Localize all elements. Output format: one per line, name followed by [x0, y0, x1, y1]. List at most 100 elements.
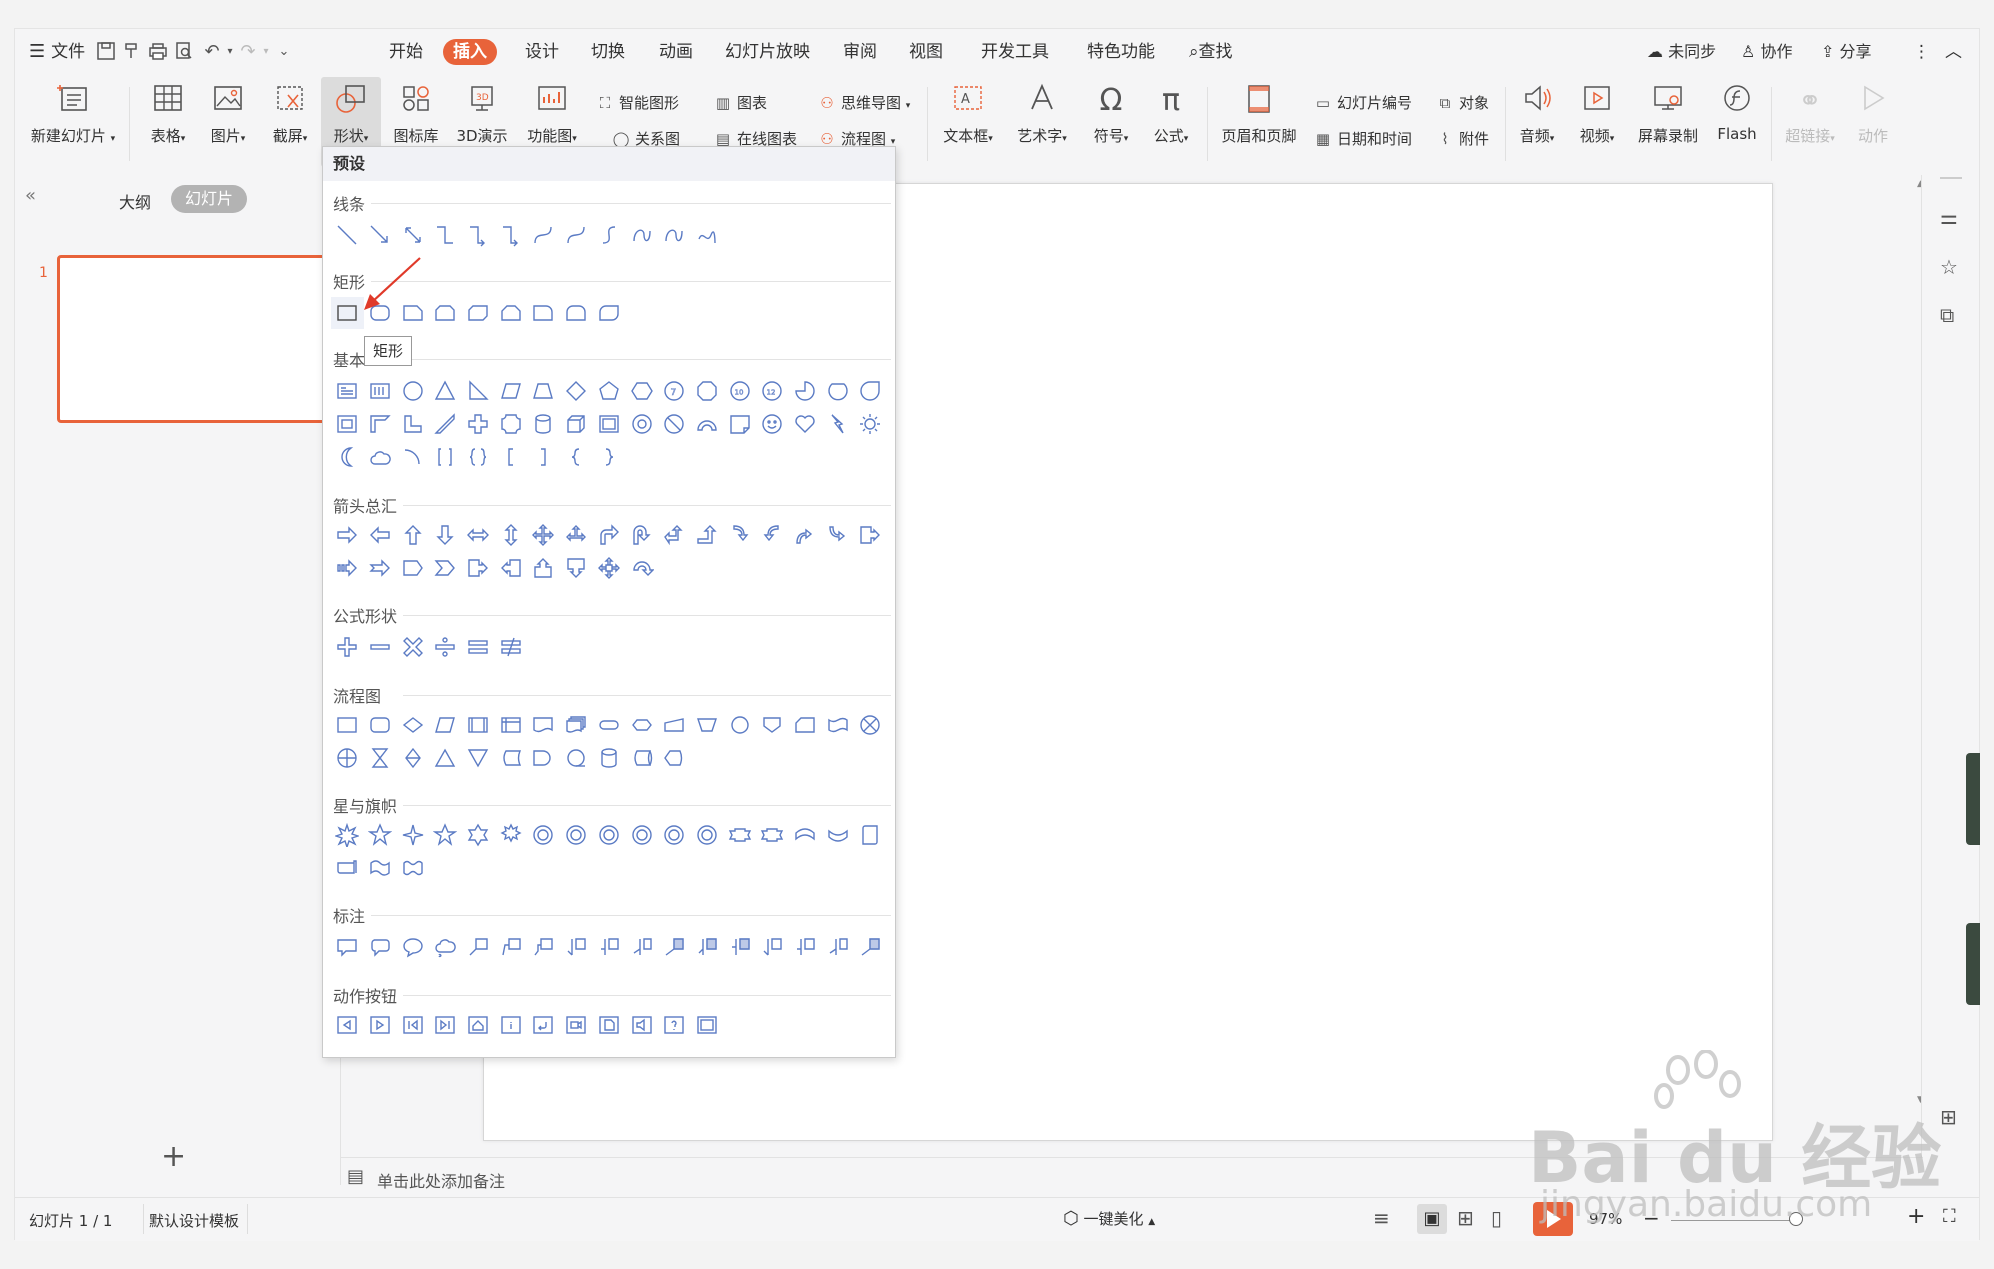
sorter-view-icon[interactable]: ⊞ [1457, 1206, 1474, 1230]
shape-pent-icon[interactable] [593, 375, 626, 407]
beautify-button[interactable]: ⬡ 一键美化 ▲ [1063, 1208, 1155, 1229]
slide-thumbnail[interactable] [57, 255, 337, 423]
shape-a-bent-icon[interactable] [593, 519, 626, 551]
tab-slides[interactable]: 幻灯片 [171, 185, 248, 213]
shape-c-acc2-icon[interactable] [691, 931, 724, 963]
shape-snip2-icon[interactable] [429, 297, 462, 329]
shape-a-cur-r-icon[interactable] [723, 519, 756, 551]
shape-mult-icon[interactable] [396, 631, 429, 663]
shape-free-icon[interactable] [625, 219, 658, 251]
shape-a-bent-u-icon[interactable] [691, 519, 724, 551]
video-button[interactable]: 视频▾ [1571, 83, 1623, 146]
shape-a-l-u-icon[interactable] [658, 519, 691, 551]
shape-st5-icon[interactable] [429, 819, 462, 851]
search-box[interactable]: ⌕查找 [1189, 39, 1233, 65]
shape-neq-icon[interactable] [494, 631, 527, 663]
shape-f-int-icon[interactable] [494, 709, 527, 741]
shape-scrib-icon[interactable] [691, 219, 724, 251]
shape-dbrack-icon[interactable] [429, 441, 462, 473]
shape-f-prep-icon[interactable] [625, 709, 658, 741]
fit-window-icon[interactable]: ⛶ [1943, 1206, 1956, 1227]
collab-button[interactable]: ♙ 协作 [1741, 39, 1792, 65]
shape-round2-icon[interactable] [560, 297, 593, 329]
shape-a-u-icon[interactable] [396, 519, 429, 551]
shape-f-stor-icon[interactable] [494, 742, 527, 774]
shape-c-acc1-icon[interactable] [854, 931, 887, 963]
shape-plus-icon[interactable] [331, 631, 364, 663]
shape-btn-help-icon[interactable] [658, 1009, 691, 1041]
shape-circle-icon[interactable] [396, 375, 429, 407]
animation-star-icon[interactable]: ☆ [1940, 255, 1958, 279]
shape-eq-icon[interactable] [462, 631, 495, 663]
tab-review[interactable]: 审阅 [843, 39, 877, 65]
shape-f-or-icon[interactable] [331, 742, 364, 774]
shape-half-f-icon[interactable] [364, 408, 397, 440]
shape-plaque-icon[interactable] [494, 408, 527, 440]
shape-cloud-icon[interactable] [364, 441, 397, 473]
shape-f-doc-icon[interactable] [527, 709, 560, 741]
shape-f-term-icon[interactable] [593, 709, 626, 741]
shape-c-line1-icon[interactable] [462, 931, 495, 963]
shape-st-n-icon[interactable] [560, 819, 593, 851]
properties-icon[interactable]: ⚌ [1940, 205, 1958, 229]
shape-roundd-icon[interactable] [593, 297, 626, 329]
mindmap-button[interactable]: ⚇ 思维导图 ▾ [817, 91, 910, 115]
shape-call-r-icon[interactable] [854, 519, 887, 551]
shape-arc-icon[interactable] [691, 408, 724, 440]
add-slide-button[interactable]: + [161, 1139, 186, 1174]
shape-call-u-icon[interactable] [527, 552, 560, 584]
tab-home[interactable]: 开始 [389, 39, 423, 65]
shape-btn-doc-icon[interactable] [593, 1009, 626, 1041]
shape-lshape-icon[interactable] [396, 408, 429, 440]
tab-view[interactable]: 视图 [909, 39, 943, 65]
more-icon[interactable]: ⋮ [1913, 39, 1930, 65]
shape-st8-icon[interactable] [494, 819, 527, 851]
shape-c-bar2-icon[interactable] [789, 931, 822, 963]
shape-call-l-icon[interactable] [494, 552, 527, 584]
shape-btn-prev-icon[interactable] [331, 1009, 364, 1041]
shape-bolt-icon[interactable] [821, 408, 854, 440]
shape-arc-only-icon[interactable] [396, 441, 429, 473]
shape-f-col-icon[interactable] [364, 742, 397, 774]
shape-rbrack-icon[interactable] [527, 441, 560, 473]
shape-heart-icon[interactable] [789, 408, 822, 440]
shape-f-del-icon[interactable] [527, 742, 560, 774]
tab-outline[interactable]: 大纲 [119, 189, 151, 213]
shape-trap-icon[interactable] [527, 375, 560, 407]
tab-developer[interactable]: 开发工具 [981, 39, 1049, 65]
shape-oct-icon[interactable] [691, 375, 724, 407]
shape-rect-icon[interactable] [331, 297, 364, 329]
shape-btn-mov-icon[interactable] [560, 1009, 593, 1041]
notes-view-icon[interactable]: ≡ [1373, 1206, 1390, 1230]
datetime-button[interactable]: ▦ 日期和时间 [1313, 127, 1412, 151]
shape-btn-ret-icon[interactable] [527, 1009, 560, 1041]
shape-rsnip-icon[interactable] [494, 297, 527, 329]
shape-f-card-icon[interactable] [789, 709, 822, 741]
table-button[interactable]: 表格▾ [141, 83, 195, 146]
shape-c-r-rect-icon[interactable] [364, 931, 397, 963]
shape-a-u-d-icon[interactable] [494, 519, 527, 551]
reading-view-icon[interactable]: ▯ [1491, 1206, 1502, 1230]
shape-f-dec-icon[interactable] [396, 709, 429, 741]
shape-f-pre-icon[interactable] [462, 709, 495, 741]
shape-f-data-icon[interactable] [429, 709, 462, 741]
shape-moon-icon[interactable] [331, 441, 364, 473]
shape-vtext-icon[interactable] [364, 375, 397, 407]
tab-design[interactable]: 设计 [525, 39, 559, 65]
shape-st5-icon[interactable] [364, 819, 397, 851]
shape-exp-icon[interactable] [331, 819, 364, 851]
tab-slideshow[interactable]: 幻灯片放映 [725, 39, 810, 65]
shape-f-mer-icon[interactable] [462, 742, 495, 774]
shape-rib-d-icon[interactable] [756, 819, 789, 851]
tab-special[interactable]: 特色功能 [1087, 39, 1155, 65]
tab-insert[interactable]: 插入 [443, 39, 497, 65]
shape-a-q-icon[interactable] [527, 519, 560, 551]
shape-st-n-icon[interactable] [658, 819, 691, 851]
shape-call-d-icon[interactable] [560, 552, 593, 584]
shape-snipd-icon[interactable] [462, 297, 495, 329]
shape-tri-icon[interactable] [429, 375, 462, 407]
shape-curve-icon[interactable] [527, 219, 560, 251]
shape-diag-s-icon[interactable] [429, 408, 462, 440]
object-button[interactable]: ⧉ 对象 [1435, 91, 1489, 115]
shape-f-sort-icon[interactable] [396, 742, 429, 774]
